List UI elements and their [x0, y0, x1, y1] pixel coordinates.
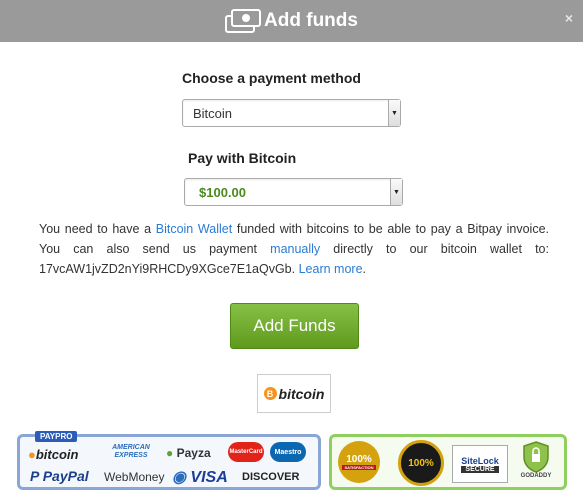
paypal-logo: P PayPal [30, 468, 89, 484]
satisfaction-seal-subtext: SATISFACTION [342, 465, 376, 470]
maestro-logo: Maestro [270, 442, 306, 462]
money-icon [225, 9, 262, 33]
bitcoin-wallet-link[interactable]: Bitcoin Wallet [156, 222, 232, 236]
webmoney-logo: WebMoney [104, 470, 165, 484]
amount-select[interactable]: $100.00 ▼ [184, 178, 403, 206]
amex-logo: AMERICAN EXPRESS [112, 444, 150, 459]
shield-icon [523, 441, 549, 473]
visa-logo: ◉ VISA [172, 469, 228, 486]
sitelock-seal-subtext: SECURE [461, 465, 499, 473]
trust-seals-panel: 100% SATISFACTION 100% SiteLock SECURE G… [329, 434, 567, 490]
visa-logo-text: VISA [190, 469, 228, 486]
bitcoin-badge-text: bitcoin [278, 385, 325, 402]
learn-more-link[interactable]: Learn more [299, 262, 363, 276]
chevron-down-icon: ▼ [388, 100, 400, 126]
bitcoin-logo: ●bitcoin [28, 447, 79, 462]
satisfaction-seal-text: 100% [346, 454, 372, 465]
payment-method-value: Bitcoin [193, 105, 233, 121]
dialog-title: Add funds [0, 0, 583, 42]
guarantee-seal: 100% [398, 440, 444, 486]
bitcoin-badge: B bitcoin [257, 374, 331, 413]
dialog-title-text: Add funds [264, 10, 358, 31]
payza-logo: ● Payza [166, 446, 211, 460]
payment-method-select[interactable]: Bitcoin ▼ [182, 99, 401, 127]
godaddy-seal-text: GODADDY [520, 473, 552, 479]
sitelock-seal-text: SiteLock [461, 455, 499, 466]
payza-logo-text: Payza [176, 446, 211, 460]
bitcoin-logo-text: bitcoin [35, 447, 79, 462]
payment-info-text: You need to have a Bitcoin Wallet funded… [39, 219, 549, 279]
amount-value: $100.00 [199, 184, 246, 200]
satisfaction-seal: 100% SATISFACTION [338, 441, 380, 483]
paypro-label: PAYPRO [35, 431, 78, 442]
close-button[interactable]: × [565, 10, 573, 26]
discover-logo: DISCOVER [242, 471, 300, 483]
add-funds-button[interactable]: Add Funds [230, 303, 359, 349]
info-text-part: . [362, 262, 367, 276]
paypal-logo-text: PayPal [42, 468, 89, 484]
mastercard-logo: MasterCard [228, 442, 264, 462]
godaddy-seal: GODADDY [514, 441, 558, 485]
sitelock-seal: SiteLock SECURE [452, 445, 508, 483]
chevron-down-icon: ▼ [390, 179, 402, 205]
manually-link[interactable]: manually [270, 242, 320, 256]
amount-label: Pay with Bitcoin [188, 150, 297, 166]
payment-method-label: Choose a payment method [182, 70, 361, 86]
info-text-part: You need to have a [39, 222, 156, 236]
payment-logos-panel: PAYPRO ●bitcoin AMERICAN EXPRESS ● Payza… [17, 431, 321, 490]
bitcoin-icon: B [263, 387, 277, 400]
